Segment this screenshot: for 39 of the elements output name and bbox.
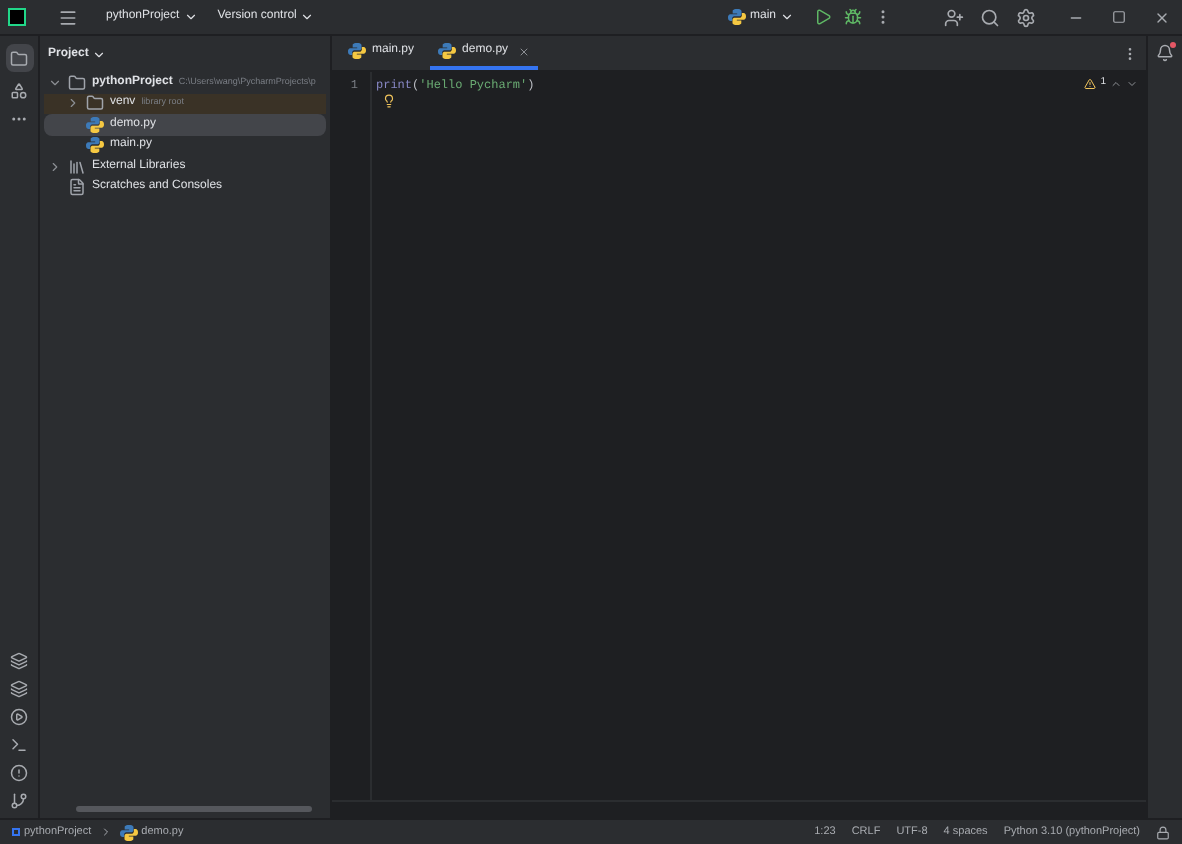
python-file-icon [438,42,457,60]
project-tool-button[interactable] [5,44,33,72]
run-icon[interactable] [814,8,832,26]
library-icon [68,157,86,176]
chevron-right-icon [99,826,112,838]
close-tab-icon[interactable] [518,45,531,57]
python-file-icon [727,8,746,26]
user-icon[interactable] [944,7,964,27]
module-icon [12,828,20,836]
lock-icon[interactable] [1156,825,1170,839]
chevron-down-icon[interactable] [48,75,62,90]
chevron-down-icon [300,10,315,24]
settings-icon[interactable] [1016,7,1036,27]
maximize-icon[interactable] [1112,10,1126,24]
layers-icon[interactable] [10,680,28,698]
notifications-icon[interactable] [1156,44,1174,62]
chevron-right-icon[interactable] [66,96,80,111]
lightbulb-icon[interactable] [382,94,396,108]
close-icon[interactable] [1154,9,1170,25]
structure-icon[interactable] [10,82,28,100]
services-icon[interactable] [10,708,28,726]
chevron-down-icon [92,47,107,61]
menu-icon[interactable] [58,7,78,27]
folder-icon [86,94,104,113]
git-icon[interactable] [10,792,28,810]
search-icon[interactable] [980,7,1000,27]
scrollbar[interactable] [76,806,312,812]
folder-icon [68,73,86,92]
chevron-down-icon [780,10,794,24]
python-file-icon [86,136,104,155]
chevron-right-icon[interactable] [48,159,62,174]
app-logo-icon [8,8,26,26]
problems-icon[interactable] [10,764,28,782]
terminal-icon[interactable] [10,736,28,754]
chevron-down-icon [183,10,198,24]
python-file-icon [348,42,366,60]
python-file-icon [119,823,138,841]
python-file-icon [86,115,104,134]
debug-icon[interactable] [844,8,862,26]
